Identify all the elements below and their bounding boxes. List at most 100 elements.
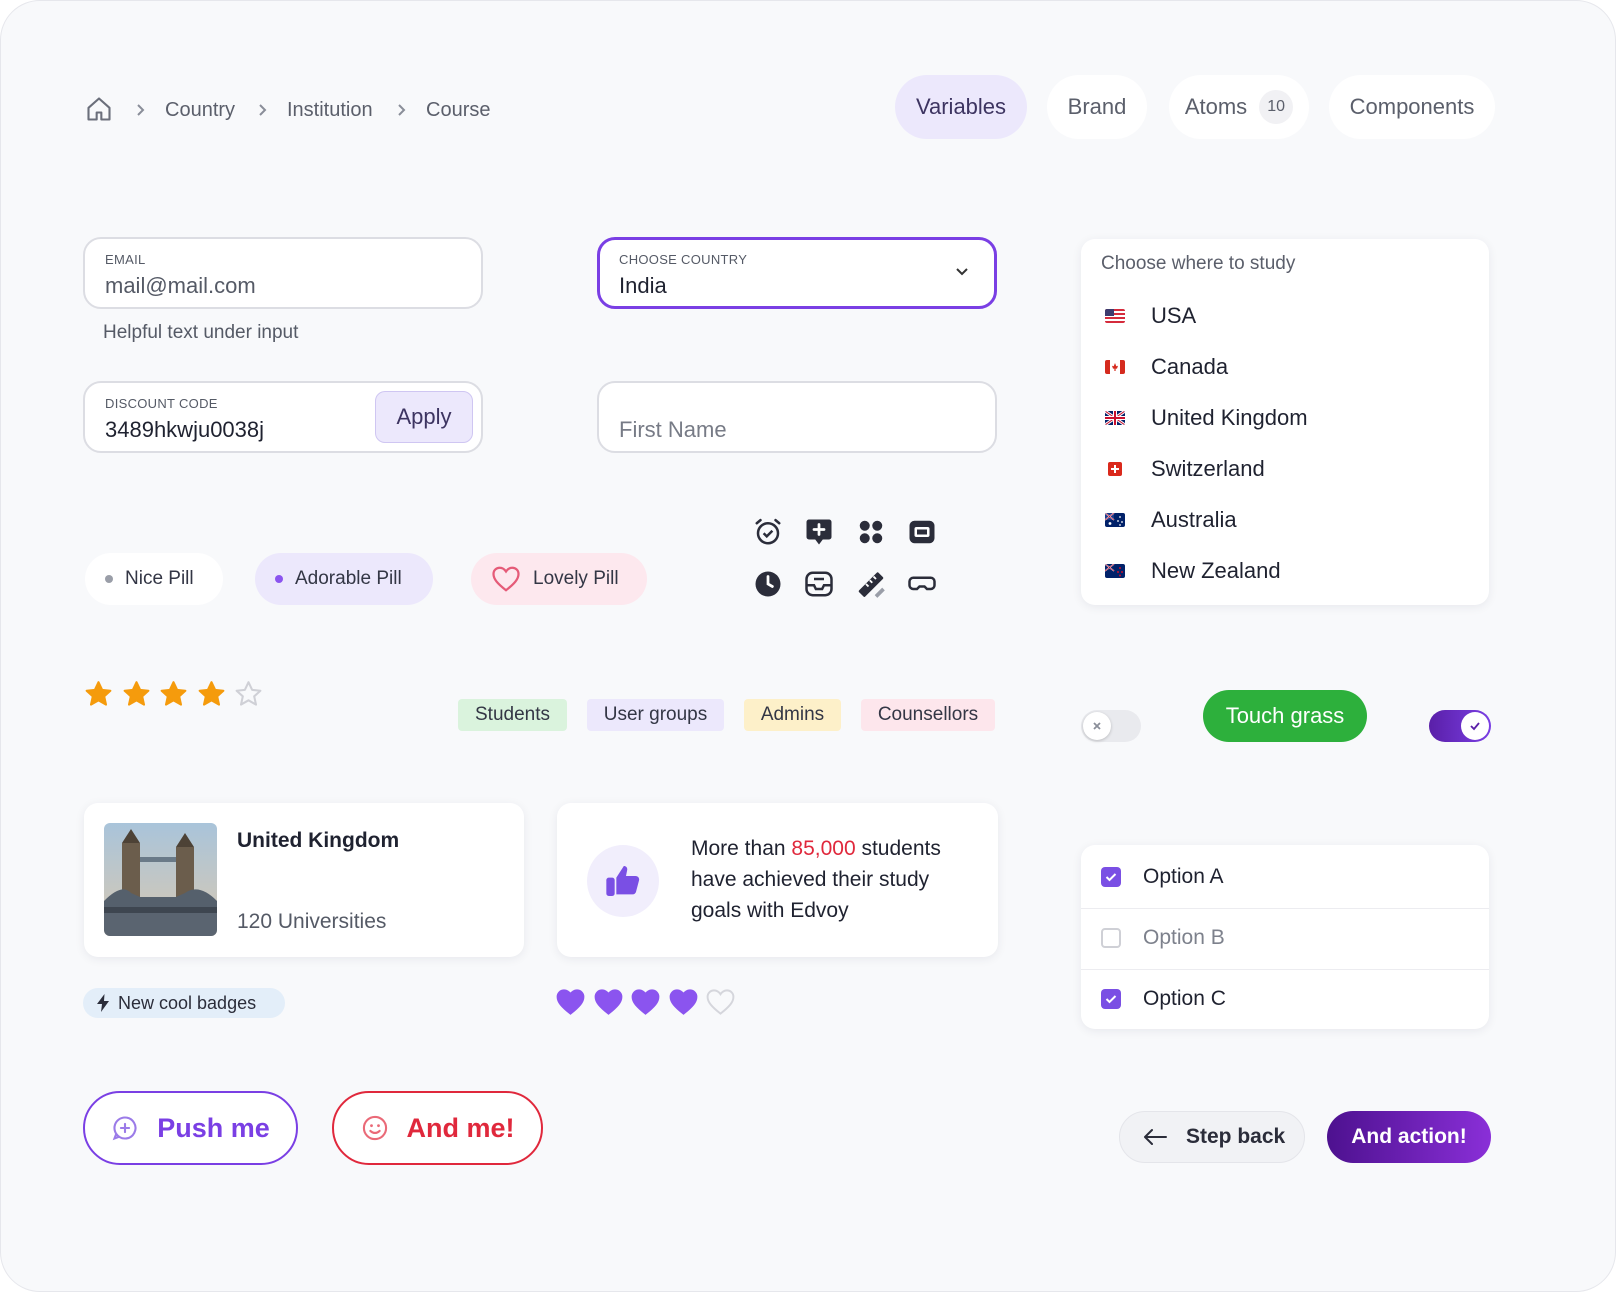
- menu-item-usa[interactable]: USA: [1105, 303, 1196, 329]
- toggle-on[interactable]: [1429, 710, 1491, 742]
- inbox-icon[interactable]: [804, 569, 834, 599]
- and-action-button[interactable]: And action!: [1327, 1111, 1491, 1163]
- chevron-down-icon: [956, 268, 968, 276]
- heart-filled-icon[interactable]: [555, 987, 586, 1022]
- menu-item-switzerland[interactable]: Switzerland: [1105, 456, 1265, 482]
- menu-item-united-kingdom[interactable]: United Kingdom: [1105, 405, 1308, 431]
- tab-variables[interactable]: Variables: [895, 75, 1027, 139]
- adorable-pill[interactable]: Adorable Pill: [255, 553, 433, 605]
- star-empty-icon[interactable]: [233, 679, 264, 715]
- chevron-right-icon: [398, 104, 406, 116]
- heart-filled-icon[interactable]: [593, 987, 624, 1022]
- menu-item-canada[interactable]: Canada: [1105, 354, 1228, 380]
- option-b[interactable]: Option B: [1081, 906, 1489, 970]
- video-frame-icon[interactable]: [907, 517, 937, 547]
- stat-card: More than 85,000 students have achieved …: [557, 803, 998, 957]
- check-icon: [1105, 995, 1117, 1004]
- message-plus-icon[interactable]: [804, 517, 834, 547]
- and-me-button[interactable]: And me!: [332, 1091, 543, 1165]
- option-c[interactable]: Option C: [1081, 967, 1489, 1031]
- chevron-right-icon: [259, 104, 267, 116]
- tag-counsellors: Counsellors: [861, 699, 995, 731]
- option-label: Option C: [1143, 987, 1226, 1010]
- tab-label: Brand: [1067, 94, 1127, 119]
- lovely-pill[interactable]: Lovely Pill: [471, 553, 647, 605]
- email-value: mail@mail.com: [105, 273, 256, 298]
- button-label: Push me: [157, 1112, 270, 1143]
- heart-outline-icon: [492, 566, 520, 592]
- tab-label: Variables: [915, 94, 1007, 119]
- checkbox-checked[interactable]: [1101, 989, 1121, 1009]
- discount-field[interactable]: DISCOUNT CODE 3489hkwju0038j Apply: [83, 381, 483, 453]
- country-card[interactable]: United Kingdom 120 Universities: [84, 803, 524, 957]
- first-name-input[interactable]: First Name: [597, 381, 997, 453]
- breadcrumb-institution[interactable]: Institution: [287, 99, 373, 122]
- smiley-icon: [362, 1115, 387, 1141]
- menu-item-label: USA: [1151, 303, 1197, 328]
- checkbox-unchecked[interactable]: [1101, 927, 1121, 948]
- flag-uk-icon: [1105, 411, 1125, 425]
- heart-empty-icon[interactable]: [705, 987, 736, 1022]
- country-select[interactable]: CHOOSE COUNTRY India: [597, 237, 997, 309]
- stat-text-before: More than: [691, 837, 792, 860]
- pill-label: Nice Pill: [125, 568, 194, 589]
- email-helper-text: Helpful text under input: [103, 322, 299, 343]
- step-back-button[interactable]: Step back: [1119, 1111, 1305, 1163]
- toggle-knob: [1461, 712, 1489, 740]
- tab-label: Components: [1349, 94, 1475, 119]
- tab-components[interactable]: Components: [1329, 75, 1495, 139]
- apply-button[interactable]: Apply: [375, 391, 473, 443]
- new-cool-badge: New cool badges: [83, 988, 285, 1018]
- stat-text: More than 85,000 students have achieved …: [691, 833, 981, 926]
- discount-label: DISCOUNT CODE: [105, 396, 218, 411]
- tag-admins: Admins: [744, 699, 841, 731]
- option-a[interactable]: Option A: [1081, 845, 1489, 909]
- chevron-right-icon: [137, 104, 145, 116]
- nice-pill[interactable]: Nice Pill: [85, 553, 223, 605]
- home-icon[interactable]: [85, 95, 113, 123]
- breadcrumb-course[interactable]: Course: [426, 99, 490, 122]
- checkbox-checked[interactable]: [1101, 866, 1121, 887]
- flag-canada-icon: [1105, 360, 1125, 374]
- badge-label: New cool badges: [118, 992, 257, 1013]
- options-list: Option A Option B Option C: [1081, 845, 1489, 1029]
- stat-icon-circle: [587, 845, 659, 917]
- card-title: United Kingdom: [237, 829, 400, 852]
- thumbs-up-icon: [606, 866, 640, 896]
- country-label: CHOOSE COUNTRY: [619, 252, 748, 267]
- lightning-icon: [97, 994, 109, 1012]
- option-label: Option B: [1143, 925, 1225, 949]
- heart-filled-icon[interactable]: [668, 987, 699, 1022]
- star-filled-icon[interactable]: [121, 679, 152, 715]
- check-icon: [1470, 722, 1480, 731]
- email-field[interactable]: EMAIL mail@mail.com: [83, 237, 483, 309]
- star-filled-icon[interactable]: [158, 679, 189, 715]
- flag-australia-icon: [1105, 513, 1125, 527]
- vr-goggles-icon[interactable]: [907, 569, 937, 599]
- ruler-pencil-icon[interactable]: [856, 569, 886, 599]
- dots-grid-icon[interactable]: [856, 517, 886, 547]
- star-filled-icon[interactable]: [196, 679, 227, 715]
- menu-item-australia[interactable]: Australia: [1105, 507, 1237, 533]
- tab-atoms[interactable]: Atoms 10: [1169, 75, 1309, 139]
- tab-label: Atoms: [1184, 94, 1248, 119]
- button-label: And me!: [406, 1112, 515, 1143]
- menu-item-label: United Kingdom: [1151, 405, 1308, 430]
- study-destination-menu: Choose where to study USA Canada United …: [1081, 239, 1489, 605]
- touch-grass-button[interactable]: Touch grass: [1203, 690, 1367, 742]
- menu-item-new-zealand[interactable]: New Zealand: [1105, 558, 1281, 584]
- push-me-button[interactable]: Push me: [83, 1091, 298, 1165]
- tag-user-groups: User groups: [587, 699, 724, 731]
- alarm-check-icon[interactable]: [753, 517, 783, 547]
- star-filled-icon[interactable]: [83, 679, 114, 715]
- x-icon: [1093, 722, 1101, 730]
- toggle-off[interactable]: [1081, 710, 1141, 742]
- tower-bridge-image: [104, 823, 217, 936]
- breadcrumb-country[interactable]: Country: [165, 99, 235, 122]
- menu-item-label: Canada: [1151, 354, 1229, 379]
- tab-brand[interactable]: Brand: [1047, 75, 1147, 139]
- flag-usa-icon: [1105, 309, 1125, 323]
- heart-filled-icon[interactable]: [630, 987, 661, 1022]
- clock-icon[interactable]: [753, 569, 783, 599]
- country-value: India: [619, 273, 667, 298]
